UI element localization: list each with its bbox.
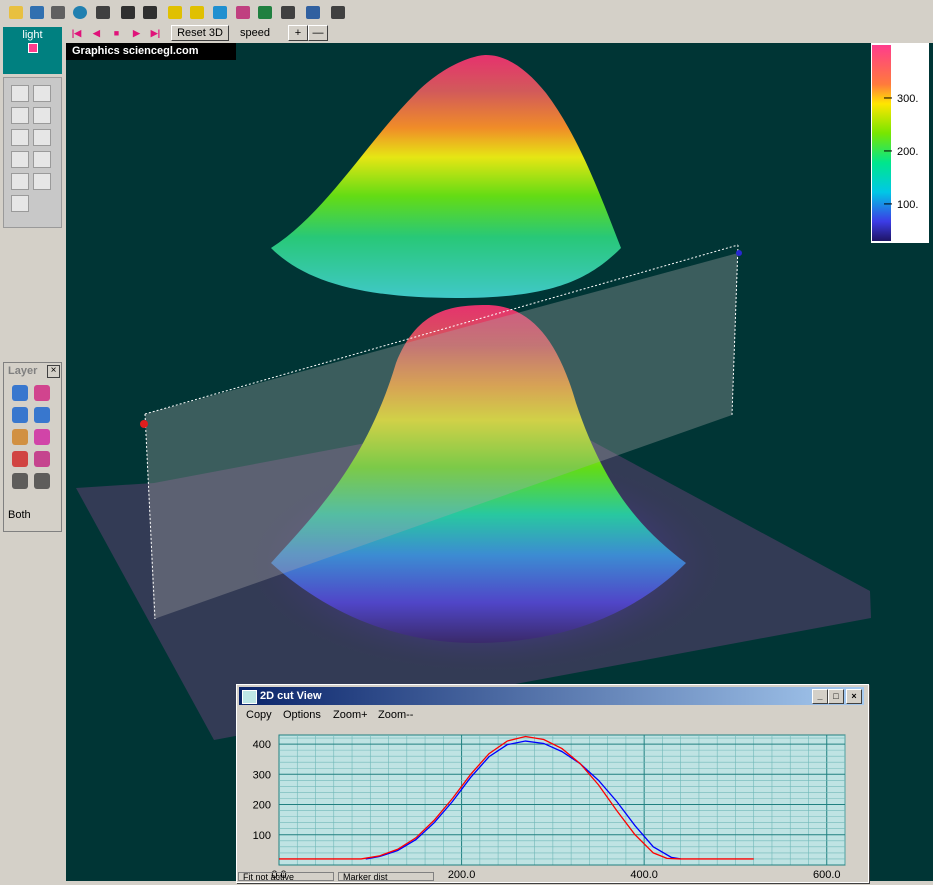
lift-icon[interactable] — [34, 385, 50, 401]
zoom-icon[interactable] — [34, 407, 50, 423]
camera-icon[interactable] — [93, 3, 112, 21]
colorbar-label: 100. — [897, 199, 918, 211]
bookmark-icon[interactable] — [34, 429, 50, 445]
pencil-tool-icon[interactable] — [11, 195, 29, 212]
light-color-swatch[interactable] — [27, 43, 38, 53]
sparkle-icon[interactable] — [210, 3, 229, 21]
surface-toolbox — [3, 77, 62, 228]
save-icon[interactable] — [27, 3, 46, 21]
cut-line-chart: 4003002001000.0 200.0 400.0 600.0 — [253, 734, 846, 881]
chart-window-icon — [242, 690, 257, 704]
menu-zoom-in[interactable]: Zoom+ — [333, 709, 368, 721]
x-tick-label: 400.0 — [630, 869, 658, 881]
cut-view-titlebar[interactable]: 2D cut View _ □ × — [239, 687, 864, 705]
speed-down-button[interactable]: — — [308, 25, 328, 41]
maximize-button[interactable]: □ — [828, 689, 844, 704]
plane-tool-icon[interactable] — [11, 107, 29, 124]
layer-title: Layer — [8, 365, 38, 377]
first-frame-icon[interactable]: |◀ — [70, 28, 83, 38]
tree-icon[interactable] — [278, 3, 297, 21]
x-tick-label: 600.0 — [813, 869, 841, 881]
upper-surface — [271, 55, 621, 298]
reset-3d-button[interactable]: Reset 3D — [171, 25, 229, 41]
layer-panel: Layer × Both — [3, 362, 62, 532]
open-folder-icon[interactable] — [6, 3, 25, 21]
up-arrow-icon[interactable] — [12, 429, 28, 445]
minimize-button[interactable]: _ — [812, 689, 828, 704]
wave-tool-icon[interactable] — [33, 151, 51, 168]
zoom-in-icon[interactable] — [118, 3, 137, 21]
play-icon[interactable]: ▶ — [130, 28, 143, 38]
layer-stack-icon[interactable] — [34, 451, 50, 467]
light-a-icon[interactable] — [165, 3, 184, 21]
y-tick-label: 300 — [253, 769, 271, 781]
colorbar-gradient — [872, 45, 891, 241]
surface-tool-icon[interactable] — [33, 129, 51, 146]
light-tab[interactable]: light — [3, 27, 62, 74]
mesh-tool-icon[interactable] — [33, 107, 51, 124]
axis-tool-icon[interactable] — [11, 85, 29, 102]
menu-options[interactable]: Options — [283, 709, 321, 721]
marker-status: Marker dist — [338, 872, 434, 881]
light-b-icon[interactable] — [187, 3, 206, 21]
brand-label: Graphics sciencegl.com — [66, 43, 236, 60]
colorbar-label: 200. — [897, 146, 918, 158]
cut-tool-icon[interactable] — [11, 151, 29, 168]
print-icon[interactable] — [48, 3, 67, 21]
last-frame-icon[interactable]: ▶| — [149, 28, 162, 38]
pin-tool-icon[interactable] — [12, 473, 28, 489]
move-icon[interactable] — [12, 385, 28, 401]
cut-start-marker[interactable] — [140, 420, 148, 428]
close-button[interactable]: × — [846, 689, 862, 704]
y-tick-label: 100 — [253, 830, 271, 842]
rotate-icon[interactable] — [12, 407, 28, 423]
playback-strip: |◀ ◀ ■ ▶ ▶| Reset 3D speed + — — [66, 24, 933, 43]
cube-tool-icon[interactable] — [11, 129, 29, 146]
box-tool-icon[interactable] — [33, 85, 51, 102]
speed-up-button[interactable]: + — [288, 25, 308, 41]
cut-view-window: 2D cut View _ □ × Copy Options Zoom+ Zoo… — [236, 684, 869, 883]
scale-icon[interactable] — [12, 451, 28, 467]
main-toolbar — [0, 0, 933, 25]
layer-mode-label: Both — [8, 509, 31, 521]
contour-bars-icon[interactable] — [255, 3, 274, 21]
cut-view-menubar: Copy Options Zoom+ Zoom-- — [239, 706, 864, 724]
fit-status: Fit not active — [238, 872, 334, 881]
cut-end-marker[interactable] — [736, 250, 742, 256]
projector-icon[interactable] — [303, 3, 322, 21]
speed-label: speed — [240, 27, 270, 39]
tornado-icon[interactable] — [328, 3, 347, 21]
cut-view-title: 2D cut View — [260, 690, 322, 702]
color-bars-icon[interactable] — [233, 3, 252, 21]
menu-zoom-out[interactable]: Zoom-- — [378, 709, 413, 721]
plot-frame — [278, 734, 846, 866]
multi-tool-icon[interactable] — [34, 473, 50, 489]
y-tick-label: 200 — [253, 800, 271, 812]
colorbar-label: 300. — [897, 93, 918, 105]
globe-icon[interactable] — [70, 3, 89, 21]
menu-copy[interactable]: Copy — [246, 709, 272, 721]
palette-tool-icon[interactable] — [33, 173, 51, 190]
layer-close-button[interactable]: × — [47, 365, 60, 378]
stop-icon[interactable]: ■ — [110, 28, 123, 38]
prev-frame-icon[interactable]: ◀ — [90, 28, 103, 38]
y-tick-label: 400 — [253, 739, 271, 751]
cut-plot-area[interactable]: 400 300 200 100 0.0 200.0 400.0 600.0 — [242, 727, 861, 882]
x-tick-label: 200.0 — [448, 869, 476, 881]
histogram-tool-icon[interactable] — [11, 173, 29, 190]
light-label: light — [22, 29, 43, 41]
zoom-out-icon[interactable] — [140, 3, 159, 21]
